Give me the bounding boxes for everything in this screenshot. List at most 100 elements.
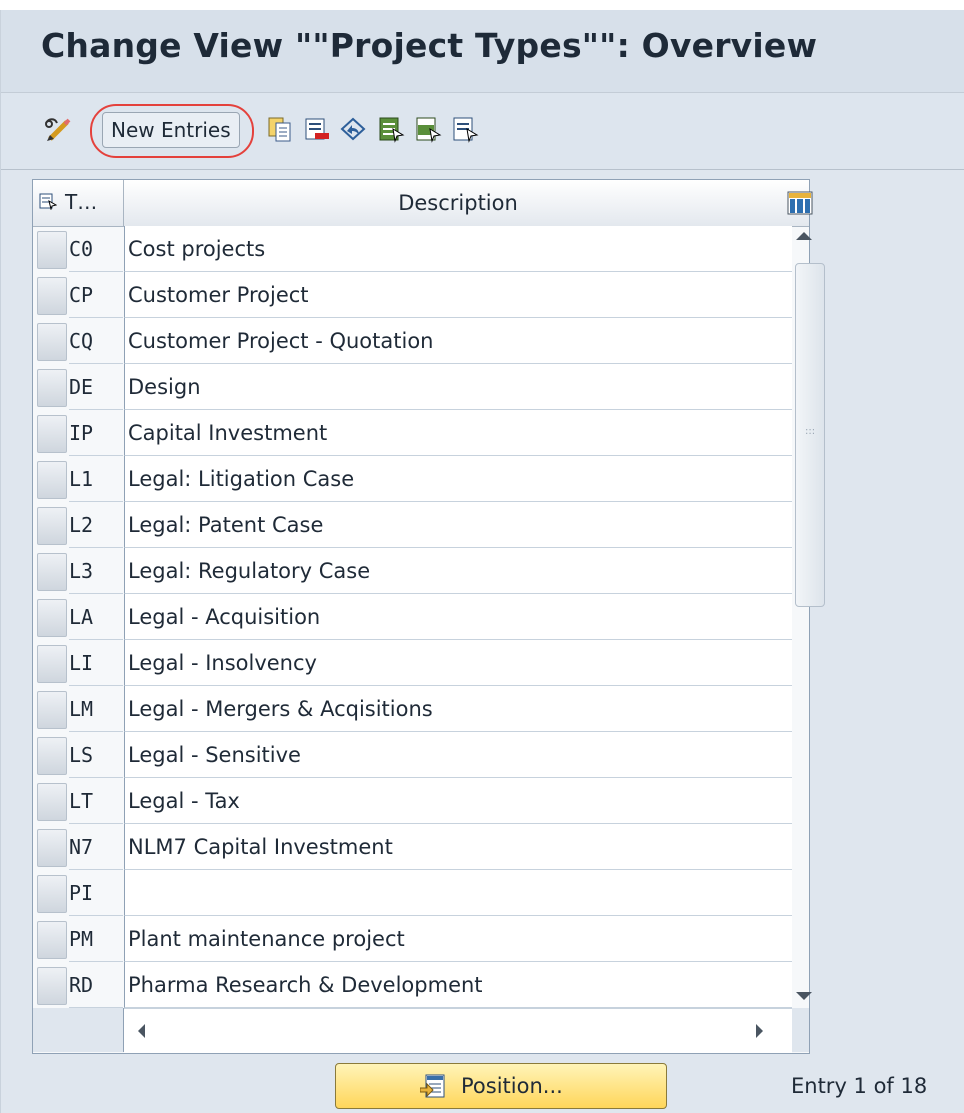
- project-type-code[interactable]: L1: [69, 456, 123, 502]
- table-row[interactable]: CQ Customer Project - Quotation: [33, 318, 792, 364]
- project-type-description[interactable]: Plant maintenance project: [124, 916, 792, 962]
- row-selector[interactable]: [37, 277, 67, 315]
- table-row[interactable]: IP Capital Investment: [33, 410, 792, 456]
- project-type-description[interactable]: Design: [124, 364, 792, 410]
- project-type-code[interactable]: C0: [69, 226, 123, 272]
- project-type-description[interactable]: Customer Project: [124, 272, 792, 318]
- project-type-description[interactable]: Legal: Litigation Case: [124, 456, 792, 502]
- position-button[interactable]: Position...: [335, 1063, 667, 1109]
- project-type-description[interactable]: Capital Investment: [124, 410, 792, 456]
- copy-as-icon[interactable]: [266, 115, 294, 143]
- project-type-code[interactable]: LI: [69, 640, 123, 686]
- page-title: Change View ""Project Types"": Overview: [41, 26, 818, 65]
- table-row[interactable]: LT Legal - Tax: [33, 778, 792, 824]
- table-header: T… Description: [33, 180, 813, 227]
- table-row[interactable]: RD Pharma Research & Development: [33, 962, 792, 1008]
- footer-spacer: [33, 1008, 124, 1052]
- project-type-code[interactable]: L2: [69, 502, 123, 548]
- project-types-table: T… Description C0 Cost projects CP Customer…: [32, 179, 825, 1054]
- row-selector[interactable]: [37, 829, 67, 867]
- project-type-description[interactable]: Legal - Insolvency: [124, 640, 792, 686]
- row-selector[interactable]: [37, 461, 67, 499]
- table-row[interactable]: DE Design: [33, 364, 792, 410]
- table-row[interactable]: L1 Legal: Litigation Case: [33, 456, 792, 502]
- row-selector[interactable]: [37, 691, 67, 729]
- undo-change-icon[interactable]: [339, 115, 367, 143]
- project-type-code[interactable]: LM: [69, 686, 123, 732]
- view-panel: Change View ""Project Types"": Overview …: [0, 10, 964, 1113]
- delete-icon[interactable]: [303, 115, 331, 143]
- project-type-description[interactable]: Legal: Regulatory Case: [124, 548, 792, 594]
- table-settings[interactable]: [787, 180, 813, 227]
- row-selector[interactable]: [37, 415, 67, 453]
- table-row[interactable]: C0 Cost projects: [33, 226, 792, 272]
- scroll-corner: [792, 1008, 809, 1052]
- scroll-right-arrow[interactable]: [756, 1024, 763, 1038]
- project-type-description[interactable]: Legal - Tax: [124, 778, 792, 824]
- project-type-description[interactable]: NLM7 Capital Investment: [124, 824, 792, 870]
- project-type-description[interactable]: Legal - Acquisition: [124, 594, 792, 640]
- row-selector[interactable]: [37, 553, 67, 591]
- description-column-header[interactable]: Description: [124, 180, 792, 227]
- project-type-description[interactable]: [124, 870, 792, 916]
- project-type-code[interactable]: LS: [69, 732, 123, 778]
- table-row[interactable]: L3 Legal: Regulatory Case: [33, 548, 792, 594]
- project-type-code[interactable]: IP: [69, 410, 123, 456]
- row-selector[interactable]: [37, 599, 67, 637]
- position-icon: [420, 1074, 445, 1098]
- toolbar: New Entries: [1, 92, 964, 170]
- column-settings-icon[interactable]: [786, 190, 814, 216]
- display-change-icon[interactable]: [43, 115, 71, 143]
- project-type-description[interactable]: Customer Project - Quotation: [124, 318, 792, 364]
- row-selector[interactable]: [37, 645, 67, 683]
- table-row[interactable]: LA Legal - Acquisition: [33, 594, 792, 640]
- table-row[interactable]: LM Legal - Mergers & Acqisitions: [33, 686, 792, 732]
- row-selector[interactable]: [37, 967, 67, 1005]
- table-row[interactable]: PI: [33, 870, 792, 916]
- table-row[interactable]: LI Legal - Insolvency: [33, 640, 792, 686]
- project-type-description[interactable]: Pharma Research & Development: [124, 962, 792, 1008]
- scroll-down-arrow[interactable]: [796, 992, 812, 1000]
- row-selector[interactable]: [37, 323, 67, 361]
- row-selector[interactable]: [37, 231, 67, 269]
- select-column-header[interactable]: T…: [33, 180, 124, 227]
- row-selector[interactable]: [37, 875, 67, 913]
- scroll-left-arrow[interactable]: [138, 1024, 145, 1038]
- table-row[interactable]: CP Customer Project: [33, 272, 792, 318]
- project-type-code[interactable]: PM: [69, 916, 123, 962]
- deselect-all-icon[interactable]: [451, 115, 479, 143]
- project-type-code[interactable]: CP: [69, 272, 123, 318]
- table-row[interactable]: LS Legal - Sensitive: [33, 732, 792, 778]
- project-type-code[interactable]: PI: [69, 870, 123, 916]
- project-type-code[interactable]: RD: [69, 962, 123, 1008]
- project-type-description[interactable]: Legal - Sensitive: [124, 732, 792, 778]
- project-type-description[interactable]: Cost projects: [124, 226, 792, 272]
- vertical-scroll-thumb[interactable]: :::: [795, 263, 825, 607]
- row-selector[interactable]: [37, 783, 67, 821]
- select-all-icon[interactable]: [377, 115, 405, 143]
- project-type-code[interactable]: LA: [69, 594, 123, 640]
- title-bar: Change View ""Project Types"": Overview: [1, 10, 964, 92]
- row-selector[interactable]: [37, 737, 67, 775]
- project-type-description[interactable]: Legal - Mergers & Acqisitions: [124, 686, 792, 732]
- project-type-description[interactable]: Legal: Patent Case: [124, 502, 792, 548]
- table-row[interactable]: N7 NLM7 Capital Investment: [33, 824, 792, 870]
- table-row[interactable]: PM Plant maintenance project: [33, 916, 792, 962]
- project-type-code[interactable]: N7: [69, 824, 123, 870]
- horizontal-scrollbar[interactable]: [124, 1008, 792, 1053]
- row-selector[interactable]: [37, 921, 67, 959]
- entry-counter: Entry 1 of 18: [791, 1074, 928, 1098]
- position-button-label: Position...: [461, 1074, 563, 1098]
- project-type-code[interactable]: DE: [69, 364, 123, 410]
- scroll-up-arrow[interactable]: [796, 232, 812, 240]
- type-column-header[interactable]: T…: [65, 190, 97, 214]
- new-entries-button[interactable]: New Entries: [102, 112, 240, 148]
- table-row[interactable]: L2 Legal: Patent Case: [33, 502, 792, 548]
- select-all-rows-icon[interactable]: [39, 192, 57, 210]
- project-type-code[interactable]: L3: [69, 548, 123, 594]
- row-selector[interactable]: [37, 369, 67, 407]
- row-selector[interactable]: [37, 507, 67, 545]
- project-type-code[interactable]: CQ: [69, 318, 123, 364]
- project-type-code[interactable]: LT: [69, 778, 123, 824]
- select-block-icon[interactable]: [414, 115, 442, 143]
